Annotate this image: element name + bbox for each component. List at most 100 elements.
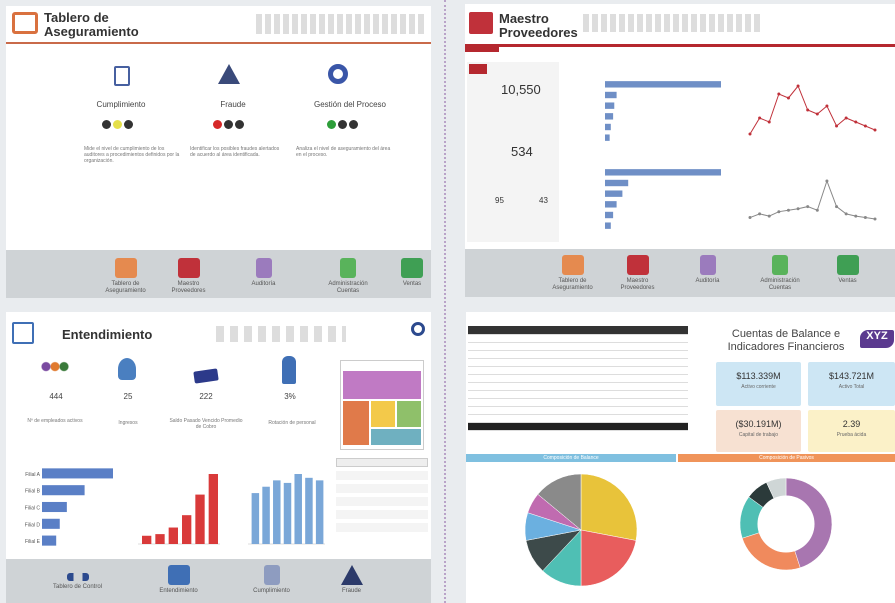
connectors-icon	[66, 573, 89, 581]
nav-item-fraude[interactable]: Fraude	[324, 565, 379, 595]
table-row	[468, 358, 688, 367]
donut-hole	[757, 495, 815, 553]
nav-item-aseguramiento[interactable]: Tablero de Aseguramiento	[98, 258, 153, 295]
bar	[208, 474, 218, 544]
table-cell	[633, 374, 688, 383]
bar	[142, 535, 152, 544]
nav-item-tablero[interactable]: Tablero de Control	[50, 567, 105, 591]
nav-item-cumplimiento[interactable]: Cumplimiento	[244, 565, 299, 595]
kpi-value-3a: 95	[495, 196, 504, 205]
table-cell	[468, 390, 523, 399]
bottom-nav: Tablero de Aseguramiento Maestro Proveed…	[6, 250, 431, 298]
table-cell	[468, 334, 523, 343]
nav-item-ventas[interactable]: Ventas	[825, 255, 870, 285]
nav-item-aseguramiento[interactable]: Tablero de Aseguramiento	[545, 255, 600, 292]
data-point	[767, 214, 771, 218]
data-point	[835, 124, 839, 128]
nav-label: Ventas	[402, 281, 422, 287]
link-item[interactable]	[336, 471, 428, 480]
link-item[interactable]	[336, 510, 428, 519]
nav-item-auditoria[interactable]: Auditoría	[236, 258, 291, 288]
kpi-value-3b: 43	[539, 196, 548, 205]
help-icon[interactable]	[411, 322, 425, 336]
data-point	[863, 216, 867, 220]
column-line-chart	[248, 474, 325, 545]
data-point	[835, 205, 839, 209]
table-cell	[468, 358, 523, 367]
table-cell	[523, 414, 578, 423]
tab-home[interactable]	[465, 44, 499, 52]
data-point	[748, 132, 752, 136]
section-label-gestion[interactable]: Gestión del Proceso	[290, 100, 410, 109]
bar	[605, 201, 617, 208]
section-label-cumplimiento[interactable]: Cumplimiento	[66, 100, 176, 109]
bar	[273, 480, 281, 544]
link-item[interactable]	[336, 484, 428, 493]
table-cell	[523, 390, 578, 399]
nav-item-proveedores[interactable]: Maestro Proveedores	[610, 255, 665, 292]
table-cell	[468, 414, 523, 423]
filter-button[interactable]	[469, 64, 487, 74]
link-item[interactable]	[336, 458, 428, 467]
table	[468, 326, 688, 431]
document-icon	[114, 66, 130, 86]
table-cell	[633, 334, 688, 343]
title-line-1: Cuentas de Balance e	[731, 328, 841, 340]
table-cell	[523, 366, 578, 375]
data-point	[825, 104, 829, 108]
kpi-card-label: Activo Total	[838, 384, 865, 390]
kpi-card-label: Activo corriente	[741, 384, 776, 390]
table-cell	[578, 374, 633, 383]
nav-item-entendimiento[interactable]: Entendimiento	[151, 565, 206, 595]
nav-label: Maestro Proveedores	[620, 278, 655, 291]
nav-item-cuentas[interactable]: Administración Cuentas	[318, 258, 378, 295]
status-dot	[235, 120, 244, 129]
data-point	[796, 84, 800, 88]
line-chart-2	[748, 179, 877, 221]
section-label-fraude[interactable]: Fraude	[178, 100, 288, 109]
store-icon	[626, 255, 649, 275]
kpi-card-value: 2.39	[842, 419, 861, 429]
nav-item-ventas[interactable]: Ventas	[392, 258, 431, 288]
title-line-1: Maestro	[499, 11, 549, 26]
table-cell	[578, 334, 633, 343]
panel-tablero-aseguramiento: Tablero de Aseguramiento Cumplimiento Fr…	[6, 6, 431, 298]
donut-header: Composición de Pasivos	[678, 454, 895, 462]
table-cell	[468, 382, 523, 391]
nav-item-auditoria[interactable]: Auditoría	[680, 255, 735, 285]
data-point	[758, 212, 762, 216]
checklist-icon	[699, 255, 716, 275]
kpi-value: 25	[123, 392, 133, 401]
kpi-card-value: $143.721M	[828, 371, 875, 381]
link-item[interactable]	[336, 523, 428, 532]
nav-item-proveedores[interactable]: Maestro Proveedores	[161, 258, 216, 295]
kpi-value: 222	[199, 392, 213, 401]
data-point	[796, 207, 800, 211]
table-cell	[578, 398, 633, 407]
person-board-icon	[167, 565, 190, 585]
status-dot	[113, 120, 122, 129]
table-total-cell	[523, 422, 578, 431]
treemap-cell	[397, 401, 421, 427]
table-cell	[523, 358, 578, 367]
treemap	[340, 360, 424, 450]
link-item[interactable]	[336, 497, 428, 506]
status-dot	[224, 120, 233, 129]
bottom-nav: Tablero de Aseguramiento Maestro Proveed…	[465, 249, 895, 297]
table-cell	[468, 374, 523, 383]
bar	[168, 527, 178, 544]
traffic-light-gestion	[326, 116, 359, 134]
treemap-cell	[343, 401, 369, 445]
data-point	[863, 124, 867, 128]
nav-label: Administración Cuentas	[328, 281, 368, 294]
warning-icon	[340, 565, 363, 585]
table-total-row	[468, 422, 688, 431]
monitor-icon	[12, 12, 38, 34]
pie-slice	[580, 473, 638, 541]
data-point	[825, 179, 829, 183]
nav-label: Tablero de Aseguramiento	[105, 281, 146, 294]
data-point	[844, 212, 848, 216]
table-cell	[523, 406, 578, 415]
nav-item-cuentas[interactable]: Administración Cuentas	[750, 255, 810, 292]
table-cell	[633, 398, 688, 407]
